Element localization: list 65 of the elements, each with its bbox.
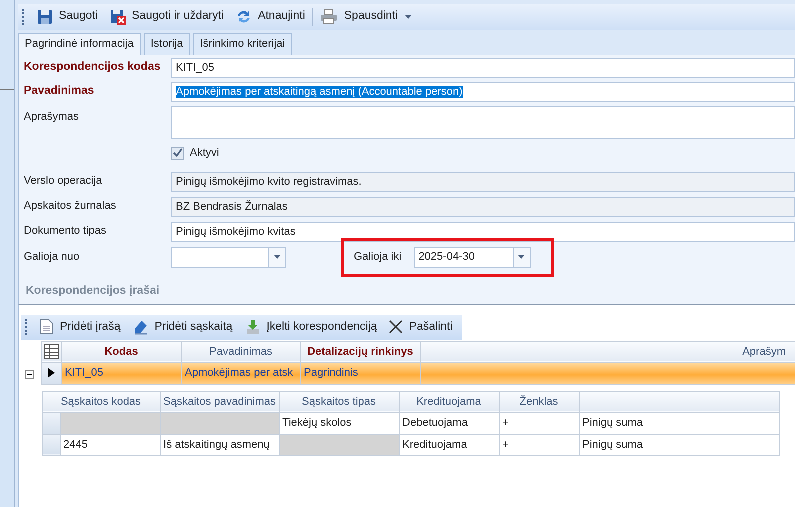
collapse-icon[interactable] — [25, 370, 34, 379]
date-field[interactable] — [171, 246, 286, 268]
tab[interactable]: Pagrindinė informacija — [18, 33, 141, 55]
input-field[interactable]: Pinigų išmokėjimo kvito registravimas. — [171, 172, 795, 192]
input-field[interactable]: BZ Bendrasis Žurnalas — [171, 196, 795, 216]
table-cell: Kredituojama — [399, 434, 500, 456]
date-field[interactable]: 2025-04-30 — [414, 246, 531, 268]
toolbar-button[interactable]: Spausdinti — [315, 6, 404, 28]
row-indicator-icon — [42, 362, 62, 384]
table-cell: Iš atskaitingų asmenų — [160, 434, 280, 456]
field-label: Dokumento tipas — [24, 224, 108, 240]
download-arrow-icon — [244, 319, 261, 336]
table-cell: Apmokėjimas per atsk — [182, 362, 300, 384]
column-header[interactable]: Sąskaitos tipas — [279, 391, 400, 413]
table-cell: KITI_05 — [62, 362, 182, 384]
tab[interactable]: Išrinkimo kriterijai — [193, 33, 292, 55]
field-label: Galioja iki — [354, 250, 402, 265]
toolbar-button[interactable]: Pašalinti — [384, 316, 458, 338]
column-header[interactable]: Ženklas — [499, 391, 580, 413]
checkbox[interactable] — [171, 146, 184, 160]
field-label: Pavadinimas — [24, 84, 96, 100]
document-icon — [40, 319, 54, 336]
column-header[interactable]: Sąskaitos kodas — [42, 391, 160, 413]
field-label: Apskaitos žurnalas — [24, 199, 118, 214]
caret-icon[interactable] — [274, 255, 280, 259]
table-cell: Debetuojama — [399, 412, 500, 434]
book-pen-icon — [132, 319, 149, 336]
toolbar-button[interactable]: Įkelti korespondenciją — [240, 316, 382, 338]
toolbar-button[interactable]: Pridėti sąskaitą — [128, 316, 238, 338]
column-header[interactable]: Kodas — [62, 341, 182, 363]
table-cell: + — [499, 412, 580, 434]
section-title: Korespondencijos įrašai — [25, 284, 161, 298]
tab[interactable]: Istorija — [144, 33, 190, 55]
printer-icon — [320, 9, 338, 25]
input-field[interactable]: Pinigų išmokėjimo kvitas — [171, 222, 795, 242]
column-chooser-icon[interactable] — [42, 341, 62, 363]
input-field[interactable]: Apmokėjimas per atskaitingą asmenį (Accountable person) — [171, 82, 795, 102]
field-label: Korespondencijos kodas — [24, 60, 162, 76]
input-field[interactable]: KITI_05 — [171, 58, 795, 78]
toolbar-button[interactable]: Saugoti — [32, 6, 104, 28]
save-icon — [37, 9, 53, 25]
field-label: Aprašymas — [24, 110, 80, 125]
checkbox-label: Aktyvi — [190, 146, 220, 161]
table-cell: Pagrindinis — [300, 362, 420, 384]
refresh-icon — [236, 9, 252, 25]
column-header[interactable]: Aprašym — [420, 341, 795, 363]
toolbar-button[interactable]: Saugoti ir uždaryti — [105, 6, 230, 28]
toolbar-button[interactable]: Atnaujinti — [231, 6, 310, 28]
caret-icon[interactable] — [405, 15, 412, 19]
column-header[interactable]: Sąskaitos pavadinimas — [160, 391, 280, 413]
field-label: Verslo operacija — [24, 174, 104, 190]
table-cell: Tiekėjų skolos — [279, 412, 400, 434]
toolbar-button[interactable]: Pridėti įrašą — [35, 316, 126, 338]
column-header[interactable]: Detalizacijų rinkinys — [300, 341, 420, 363]
close-icon — [389, 320, 404, 334]
table-cell: Pinigų suma — [579, 412, 780, 434]
input-field[interactable] — [171, 106, 795, 139]
table-cell: + — [499, 434, 580, 456]
table-cell: Pinigų suma — [579, 434, 780, 456]
caret-icon[interactable] — [518, 255, 526, 259]
save-close-icon — [110, 9, 126, 25]
column-header[interactable]: Kredituojama — [399, 391, 500, 413]
table-cell: 2445 — [60, 434, 160, 456]
column-header[interactable]: Pavadinimas — [182, 341, 300, 363]
field-label: Galioja nuo — [24, 250, 81, 265]
